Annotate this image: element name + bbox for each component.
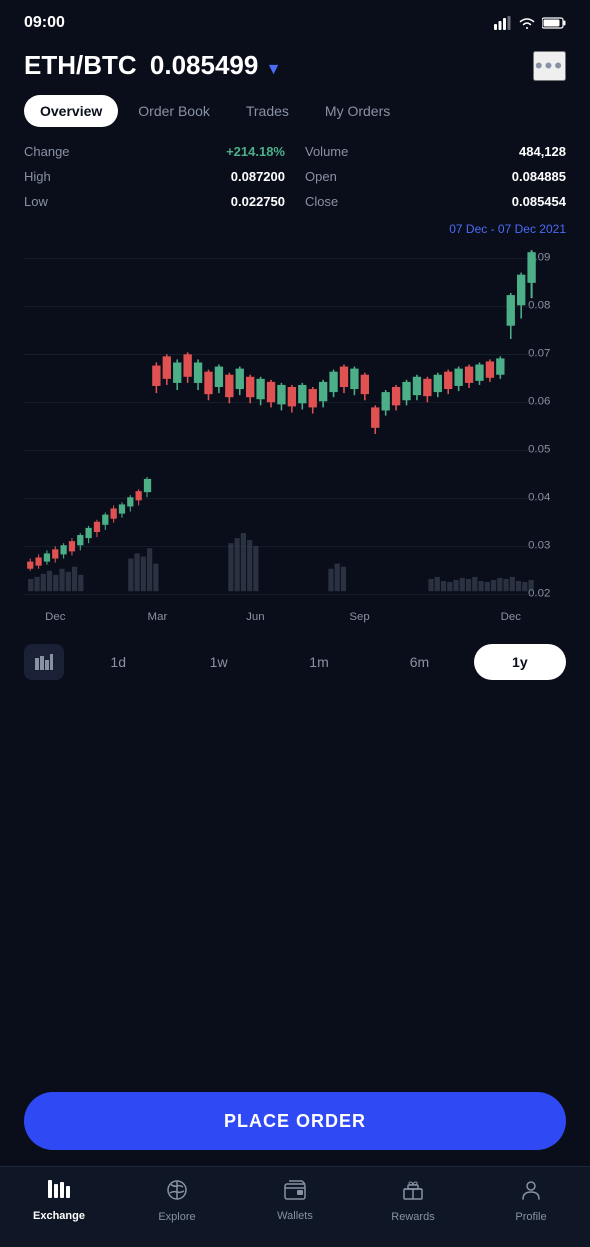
signal-icon	[494, 16, 512, 30]
time-btn-1m[interactable]: 1m	[273, 644, 365, 680]
battery-icon	[542, 17, 566, 29]
stat-close-label: Close	[305, 194, 338, 209]
tab-overview[interactable]: Overview	[24, 95, 118, 127]
stat-change-value: +214.18%	[226, 144, 285, 159]
tab-myorders[interactable]: My Orders	[309, 95, 406, 127]
place-order-button[interactable]: PLACE ORDER	[24, 1092, 566, 1150]
stat-volume-label: Volume	[305, 144, 348, 159]
nav-label-wallets: Wallets	[277, 1210, 313, 1222]
svg-text:Jun: Jun	[246, 611, 264, 623]
svg-text:0.07: 0.07	[528, 347, 550, 359]
stat-open-value: 0.084885	[512, 169, 566, 184]
status-time: 09:00	[24, 14, 65, 32]
svg-text:0.05: 0.05	[528, 443, 550, 455]
tabs-container: Overview Order Book Trades My Orders	[0, 95, 590, 127]
status-bar: 09:00	[0, 0, 590, 40]
svg-text:Mar: Mar	[148, 611, 168, 623]
stat-high-value: 0.087200	[231, 169, 285, 184]
explore-icon	[166, 1179, 188, 1207]
svg-text:Dec: Dec	[45, 611, 66, 623]
nav-label-explore: Explore	[158, 1211, 195, 1223]
status-icons	[494, 16, 566, 30]
svg-text:0.03: 0.03	[528, 539, 550, 551]
dropdown-arrow-icon: ▼	[266, 61, 282, 78]
date-range: 07 Dec - 07 Dec 2021	[0, 222, 590, 236]
nav-item-wallets[interactable]: Wallets	[265, 1180, 325, 1222]
tab-trades[interactable]: Trades	[230, 95, 305, 127]
pair-name: ETH/BTC 0.085499 ▼	[24, 50, 281, 81]
nav-item-profile[interactable]: Profile	[501, 1179, 561, 1223]
nav-label-rewards: Rewards	[391, 1211, 434, 1223]
stat-close: Close 0.085454	[305, 191, 566, 212]
stats-grid: Change +214.18% Volume 484,128 High 0.08…	[0, 141, 590, 212]
svg-text:0.04: 0.04	[528, 491, 550, 503]
more-options-button[interactable]: •••	[533, 51, 566, 81]
rewards-icon	[402, 1179, 424, 1207]
stat-high: High 0.087200	[24, 166, 285, 187]
stat-change: Change +214.18%	[24, 141, 285, 162]
svg-text:0.08: 0.08	[528, 299, 550, 311]
stat-change-label: Change	[24, 144, 70, 159]
wallets-icon	[284, 1180, 306, 1206]
nav-item-explore[interactable]: Explore	[147, 1179, 207, 1223]
phone-container: 09:00 E	[0, 0, 590, 1247]
nav-item-rewards[interactable]: Rewards	[383, 1179, 443, 1223]
pair-title[interactable]: ETH/BTC 0.085499 ▼	[24, 50, 281, 81]
profile-icon	[520, 1179, 542, 1207]
nav-item-exchange[interactable]: Exchange	[29, 1180, 89, 1222]
header: ETH/BTC 0.085499 ▼ •••	[0, 40, 590, 95]
chart-container: 0.09 0.08 0.07 0.06 0.05 0.04 0.03 0.02	[0, 242, 590, 630]
svg-text:Sep: Sep	[349, 611, 369, 623]
stat-low: Low 0.022750	[24, 191, 285, 212]
candlestick-chart: 0.09 0.08 0.07 0.06 0.05 0.04 0.03 0.02	[24, 242, 566, 630]
stat-close-value: 0.085454	[512, 194, 566, 209]
time-selector: 1d 1w 1m 6m 1y	[0, 630, 590, 694]
time-btn-1y[interactable]: 1y	[474, 644, 566, 680]
stat-high-label: High	[24, 169, 51, 184]
svg-text:0.06: 0.06	[528, 395, 550, 407]
stat-open-label: Open	[305, 169, 337, 184]
stat-open: Open 0.084885	[305, 166, 566, 187]
time-btn-1w[interactable]: 1w	[172, 644, 264, 680]
tab-orderbook[interactable]: Order Book	[122, 95, 226, 127]
time-btn-6m[interactable]: 6m	[373, 644, 465, 680]
nav-label-profile: Profile	[515, 1211, 546, 1223]
stat-low-value: 0.022750	[231, 194, 285, 209]
chart-type-button[interactable]	[24, 644, 64, 680]
bottom-nav: Exchange Explore	[0, 1166, 590, 1247]
time-btn-1d[interactable]: 1d	[72, 644, 164, 680]
bar-chart-icon	[35, 654, 53, 670]
svg-text:Dec: Dec	[501, 611, 522, 623]
wifi-icon	[518, 16, 536, 30]
stat-volume: Volume 484,128	[305, 141, 566, 162]
exchange-icon	[47, 1180, 71, 1206]
place-order-section: PLACE ORDER	[0, 1082, 590, 1166]
nav-label-exchange: Exchange	[33, 1210, 85, 1222]
stat-volume-value: 484,128	[519, 144, 566, 159]
stat-low-label: Low	[24, 194, 48, 209]
